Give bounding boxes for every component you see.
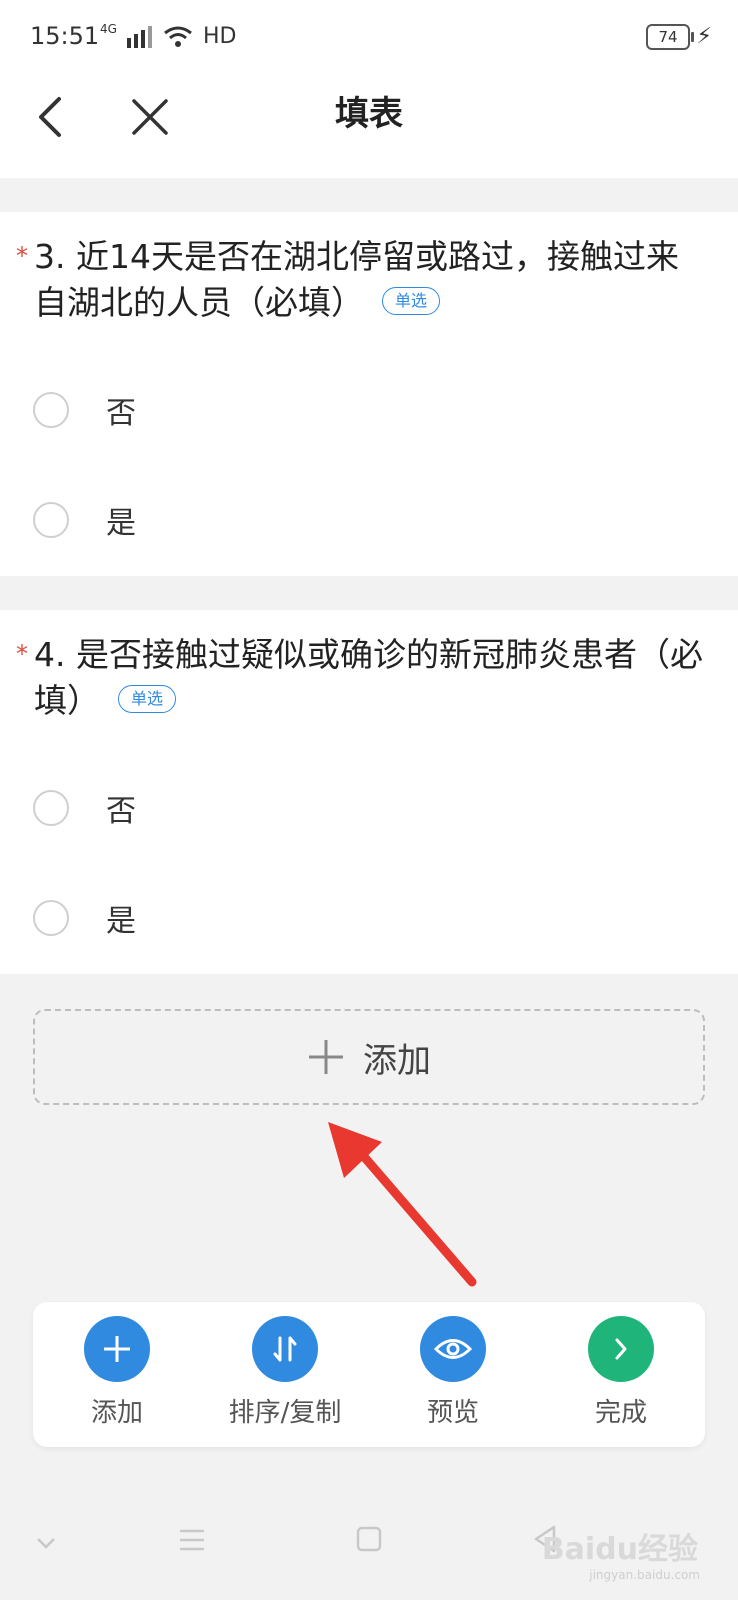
option-label: 是 [106, 506, 136, 541]
toolbar-label: 完成 [594, 1398, 647, 1428]
option-label: 否 [106, 396, 136, 431]
status-icons: 4G HD [100, 21, 237, 50]
question-card: * 4. 是否接触过疑似或确诊的新冠肺炎患者（必填） 单选 否 是 [0, 610, 738, 974]
radio-button[interactable] [33, 790, 69, 826]
annotation-arrow [328, 1122, 477, 1287]
radio-button[interactable] [33, 900, 69, 936]
add-label: 添加 [363, 1040, 431, 1081]
option-label: 否 [106, 794, 136, 829]
plus-icon [84, 1316, 150, 1382]
status-bar: 15:51 4G HD 74 ⚡ [0, 0, 738, 72]
add-question-button[interactable]: 添加 [33, 1009, 705, 1105]
nav-bar: 填表 [0, 72, 738, 178]
single-choice-tag: 单选 [118, 684, 177, 713]
toolbar-label: 预览 [426, 1398, 479, 1428]
toolbar-sort-copy-button[interactable]: 排序/复制 [201, 1316, 369, 1429]
required-mark: * [16, 242, 28, 270]
toolbar-done-button[interactable]: 完成 [537, 1316, 705, 1429]
question-title: 3. 近14天是否在湖北停留或路过，接触过来自湖北的人员（必填） 单选 [34, 234, 708, 326]
toolbar-preview-button[interactable]: 预览 [369, 1316, 537, 1429]
option-yes[interactable]: 是 [0, 868, 738, 968]
question-title: 4. 是否接触过疑似或确诊的新冠肺炎患者（必填） 单选 [34, 632, 708, 724]
plus-icon [309, 1040, 343, 1074]
toolbar-label: 排序/复制 [228, 1398, 342, 1428]
required-mark: * [16, 640, 28, 668]
wifi-label: HD [202, 24, 237, 49]
battery-icon: 74 [646, 24, 694, 50]
bottom-toolbar: 添加 排序/复制 预览 完成 [33, 1302, 705, 1447]
question-text: 3. 近14天是否在湖北停留或路过，接触过来自湖北的人员（必填） [34, 237, 679, 322]
radio-button[interactable] [33, 392, 69, 428]
sort-icon [252, 1316, 318, 1382]
eye-icon [420, 1316, 486, 1382]
toolbar-add-button[interactable]: 添加 [33, 1316, 201, 1429]
chevron-down-icon[interactable] [36, 1536, 56, 1550]
wifi-icon [164, 26, 192, 47]
watermark-url: jingyan.baidu.com [589, 1568, 700, 1582]
charging-icon: ⚡ [696, 24, 712, 49]
network-label: 4G [100, 21, 117, 36]
page-title: 填表 [335, 94, 403, 134]
toolbar-label: 添加 [90, 1398, 143, 1428]
option-yes[interactable]: 是 [0, 470, 738, 570]
single-choice-tag: 单选 [382, 286, 441, 315]
option-no[interactable]: 否 [0, 360, 738, 460]
status-time: 15:51 [30, 22, 100, 50]
signal-icon [126, 25, 152, 48]
radio-button[interactable] [33, 502, 69, 538]
home-icon[interactable] [356, 1526, 382, 1552]
menu-icon[interactable] [178, 1528, 206, 1552]
watermark-logo: Baidu经验 [541, 1532, 698, 1567]
question-card: * 3. 近14天是否在湖北停留或路过，接触过来自湖北的人员（必填） 单选 否 是 [0, 212, 738, 576]
chevron-right-icon [588, 1316, 654, 1382]
option-label: 是 [106, 904, 136, 939]
option-no[interactable]: 否 [0, 758, 738, 858]
